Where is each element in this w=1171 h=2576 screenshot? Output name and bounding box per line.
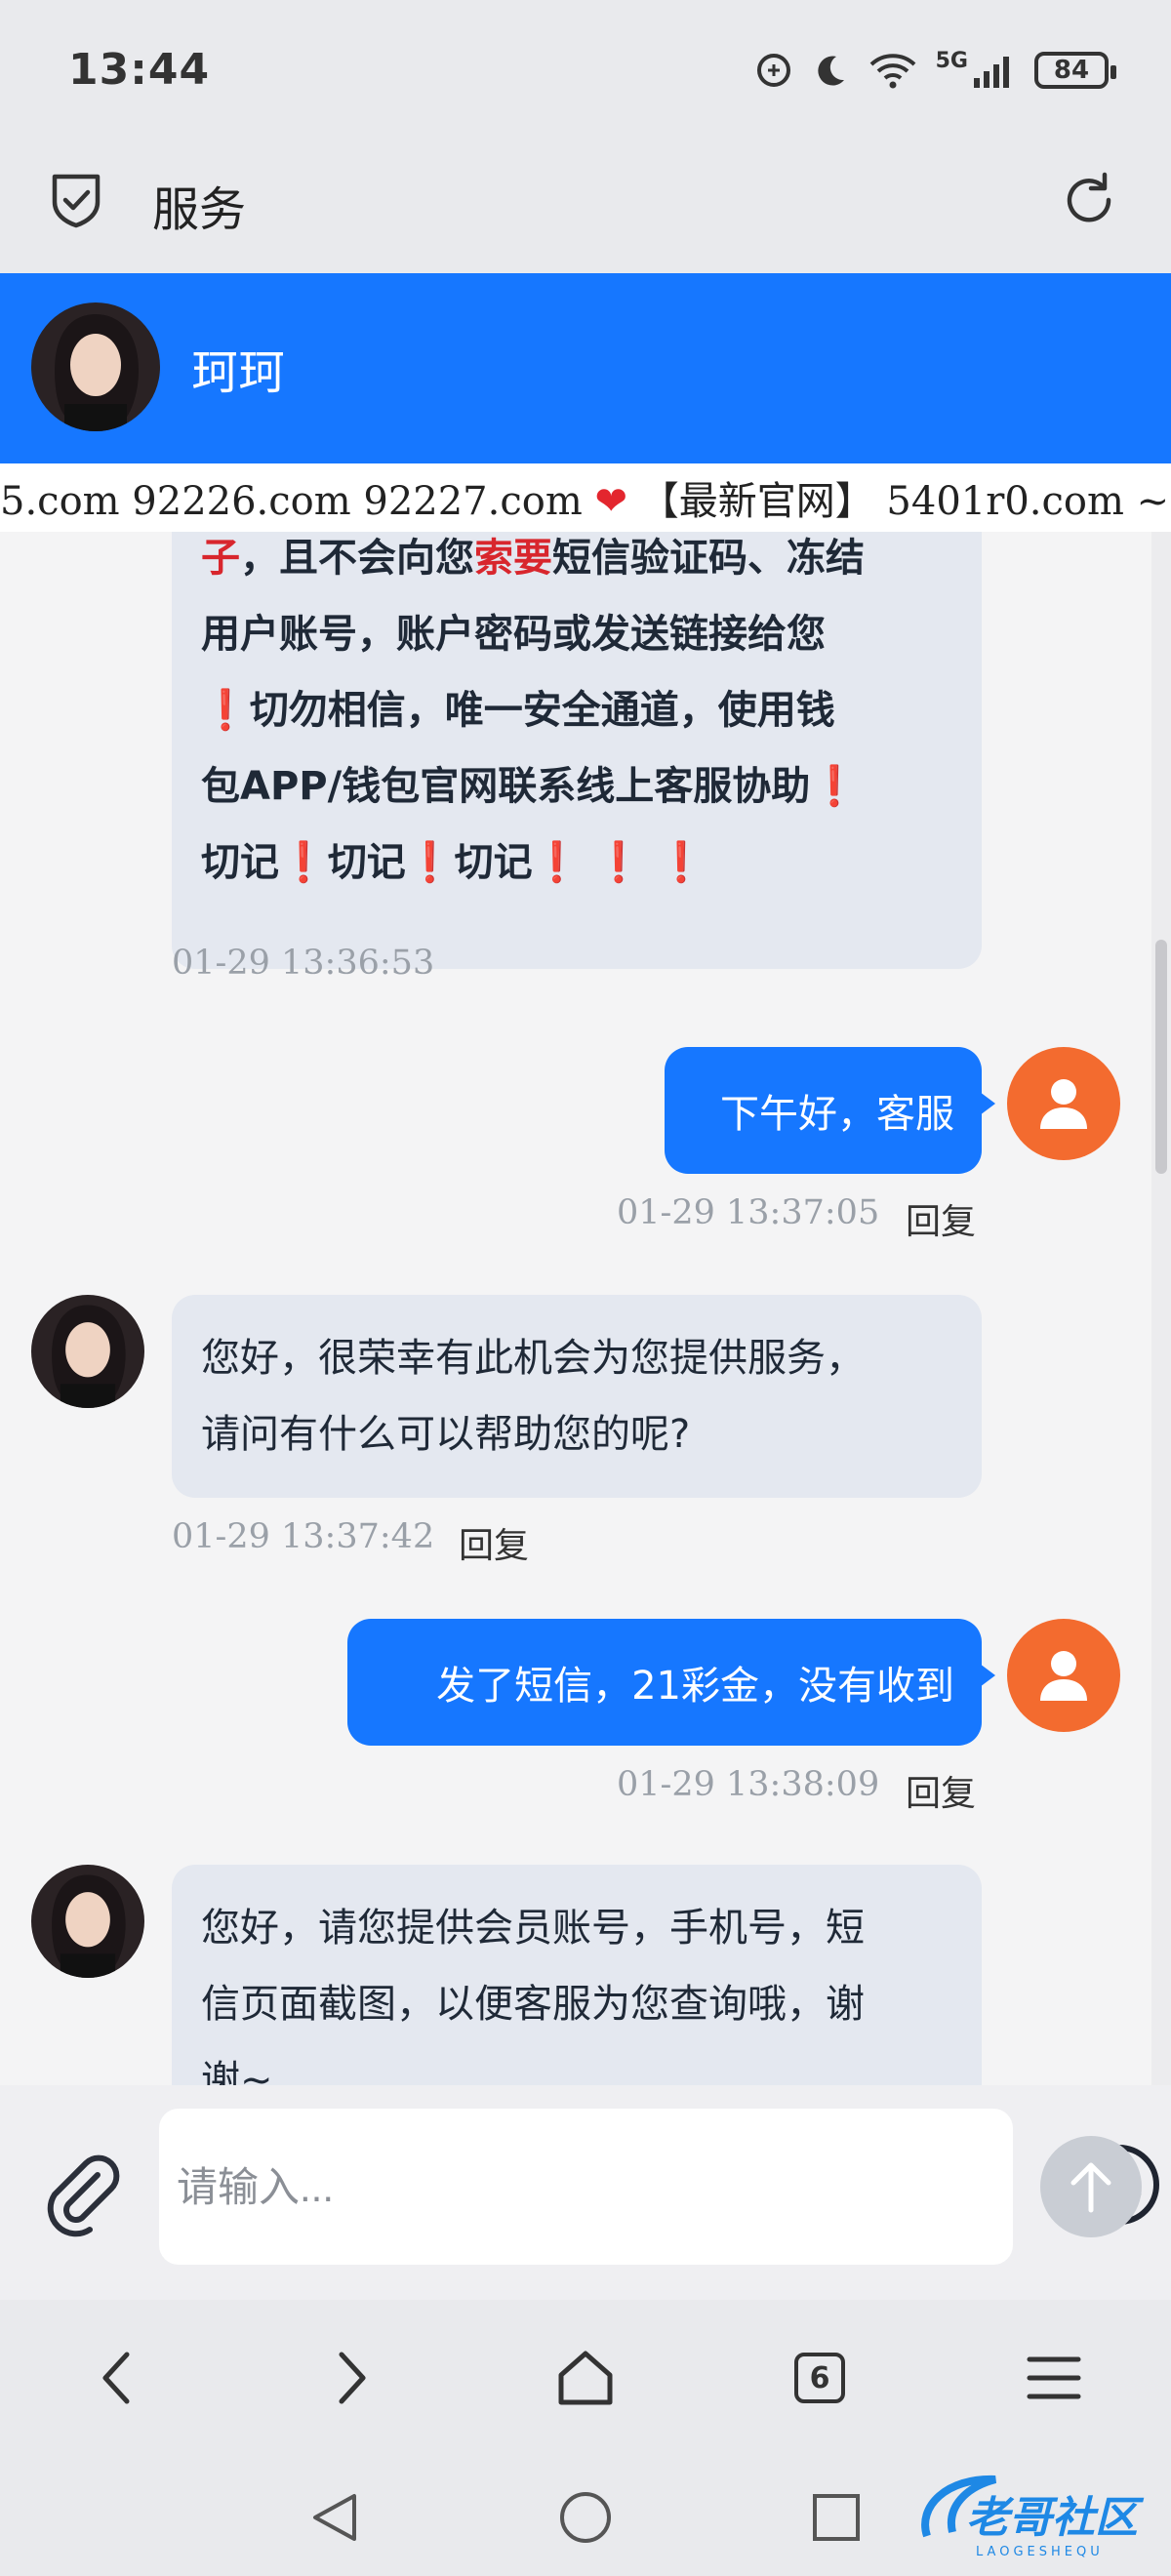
user-message-bubble: 发了短信，21彩金，没有收到	[347, 1619, 995, 1746]
message-line: 包APP/钱包官网联系线上客服协助❗	[201, 764, 860, 809]
message-timestamp: 01-29 13:38:09	[617, 1765, 880, 1804]
battery-level: 84	[1053, 56, 1090, 85]
message-text: 下午好，客服	[720, 1092, 954, 1137]
reload-icon[interactable]	[1058, 169, 1120, 231]
forward-button[interactable]	[312, 2339, 390, 2417]
shield-check-icon[interactable]	[49, 171, 103, 229]
message-timestamp: 01-29 13:36:53	[172, 944, 435, 983]
circle-home-icon	[560, 2492, 611, 2543]
marquee-text-before: 5.com 92226.com 92227.com	[0, 479, 595, 524]
announcement-marquee: 5.com 92226.com 92227.com ❤ 【最新官网】 5401r…	[0, 463, 1171, 532]
message-line: 信页面截图，以便客服为您查询哦，谢	[201, 1982, 865, 2027]
message-line: 您好，很荣幸有此机会为您提供服务，	[201, 1336, 865, 1381]
agent-message-bubble: 子，且不会向您索要短信验证码、冻结 用户账号，账户密码或发送链接给您 ❗切勿相信…	[172, 532, 982, 969]
scrollbar-thumb[interactable]	[1155, 940, 1167, 1174]
user-avatar	[1007, 1619, 1120, 1732]
battery-icon: 84	[1034, 52, 1116, 89]
svg-text:LAOGESHEQU: LAOGESHEQU	[976, 2545, 1104, 2559]
network-type: 5G	[935, 48, 968, 73]
user-icon	[1040, 1651, 1087, 1701]
system-nav-bar: 老哥社区 LAOGESHEQU	[0, 2454, 1171, 2576]
tabs-icon: 6	[794, 2353, 845, 2403]
message-line: 用户账号，账户密码或发送链接给您	[201, 612, 826, 657]
chat-header: 珂珂	[0, 273, 1171, 463]
message-line: 切记❗切记❗切记❗ ❗ ❗	[201, 840, 706, 885]
moon-icon	[817, 56, 844, 86]
message-text: 发了短信，21彩金，没有收到	[436, 1664, 954, 1709]
message-input-box	[159, 2109, 1159, 2265]
user-icon	[1040, 1079, 1087, 1129]
browser-nav-bar: 6	[0, 2300, 1171, 2454]
message-input[interactable]	[175, 2152, 862, 2224]
chevron-left-icon	[102, 2352, 130, 2404]
data-saver-icon	[756, 54, 790, 87]
user-avatar	[1007, 1047, 1120, 1160]
message-timestamp: 01-29 13:37:42	[172, 1517, 435, 1556]
chevron-right-icon	[339, 2352, 366, 2404]
menu-button[interactable]	[1015, 2339, 1093, 2417]
status-time: 13:44	[68, 45, 211, 95]
browser-top-bar: 服务	[0, 141, 1171, 273]
signal-icon	[974, 57, 1009, 88]
watermark-logo: 老哥社区 LAOGESHEQU	[908, 2468, 1161, 2565]
agent-message-bubble: 您好，请您提供会员账号，手机号，短 信页面截图，以便客服为您查询哦，谢 谢~	[172, 1865, 982, 2085]
agent-name: 珂珂	[191, 345, 286, 400]
system-home-button[interactable]	[551, 2483, 620, 2552]
wifi-icon	[869, 54, 915, 89]
back-button[interactable]	[78, 2339, 156, 2417]
scrollbar-track[interactable]	[1151, 532, 1171, 2085]
status-bar: 13:44 5G 84	[0, 0, 1171, 141]
reply-button[interactable]: 回复	[906, 1193, 976, 1244]
square-recents-icon	[813, 2494, 860, 2541]
page-title: 服务	[152, 182, 247, 237]
chat-messages[interactable]: 子，且不会向您索要短信验证码、冻结 用户账号，账户密码或发送链接给您 ❗切勿相信…	[0, 532, 1171, 2085]
send-button[interactable]	[1040, 2136, 1142, 2237]
agent-avatar	[31, 1295, 144, 1408]
message-line: 谢~	[201, 2058, 273, 2085]
menu-icon	[1027, 2356, 1081, 2399]
system-recents-button[interactable]	[802, 2483, 870, 2552]
message-line: ❗切勿相信，唯一安全通道，使用钱	[201, 688, 835, 733]
reply-button[interactable]: 回复	[459, 1517, 529, 1568]
arrow-up-icon	[1070, 2162, 1111, 2213]
message-line: 请问有什么可以帮助您的呢?	[201, 1412, 691, 1457]
message-line: 子，且不会向您索要短信验证码、冻结	[201, 536, 865, 581]
message-composer	[0, 2085, 1171, 2300]
marquee-text-after: 【最新官网】 5401r0.com ~ 5	[627, 479, 1171, 524]
home-icon	[558, 2351, 613, 2405]
heart-icon: ❤	[594, 479, 627, 524]
message-timestamp: 01-29 13:37:05	[617, 1193, 880, 1232]
marquee-text: 5.com 92226.com 92227.com ❤ 【最新官网】 5401r…	[0, 469, 1171, 526]
message-line: 您好，请您提供会员账号，手机号，短	[201, 1906, 865, 1951]
home-button[interactable]	[546, 2339, 625, 2417]
reply-button[interactable]: 回复	[906, 1765, 976, 1816]
agent-message-bubble: 您好，很荣幸有此机会为您提供服务， 请问有什么可以帮助您的呢?	[172, 1295, 982, 1498]
system-back-button[interactable]	[301, 2483, 369, 2552]
attachment-icon[interactable]	[37, 2150, 125, 2237]
user-message-bubble: 下午好，客服	[665, 1047, 995, 1174]
svg-text:老哥社区: 老哥社区	[966, 2493, 1145, 2543]
agent-avatar	[31, 302, 160, 431]
status-icons: 5G 84	[754, 47, 1116, 94]
triangle-back-icon	[313, 2494, 356, 2541]
tabs-button[interactable]: 6	[781, 2339, 859, 2417]
agent-avatar	[31, 1865, 144, 1978]
